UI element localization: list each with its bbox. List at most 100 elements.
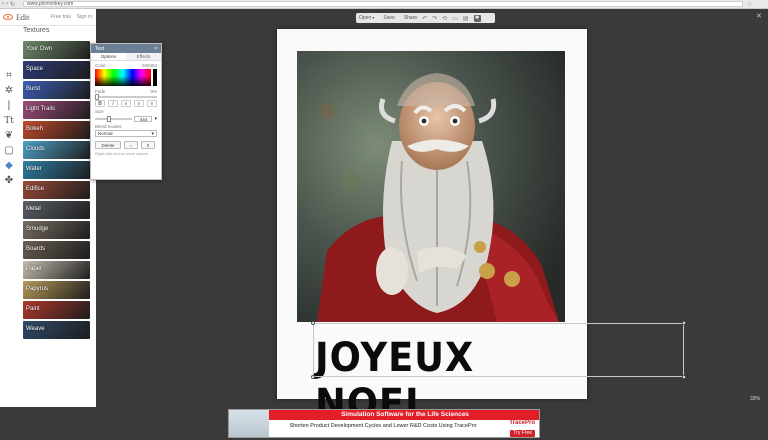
free-trial-link[interactable]: Free trial — [51, 14, 71, 20]
top-toolbar: Open Save Share ↶ ↷ ⟲ ▭ ▤ ✱ — [356, 13, 495, 23]
text-panel-header: Text × — [91, 44, 161, 53]
texture-item-label: Your Own — [26, 46, 53, 52]
texture-item[interactable]: Smudge — [23, 221, 90, 239]
address-bar[interactable]: www.picmonkey.com — [23, 1, 744, 7]
ad-headline[interactable]: Simulation Software for the Life Science… — [269, 410, 539, 420]
text-selection-box[interactable] — [311, 321, 686, 379]
fade-value: 0% — [150, 89, 157, 94]
align-left-button[interactable]: ≡ — [121, 100, 131, 107]
size-label: Size — [95, 109, 104, 114]
size-dropdown-icon[interactable]: ▾ — [154, 116, 157, 122]
history-icon[interactable]: ⟲ — [442, 15, 447, 22]
blend-mode-select[interactable]: Normal — [95, 130, 157, 137]
size-control: 444 ▾ — [91, 116, 161, 122]
brand-title: Edit — [16, 12, 30, 22]
texture-item-label: Water — [26, 166, 42, 172]
crop-icon[interactable]: ⌗ — [3, 70, 15, 82]
texture-item[interactable]: Paper — [23, 261, 90, 279]
editor-close-icon[interactable]: ✕ — [756, 12, 762, 20]
texture-item[interactable]: Clouds — [23, 141, 90, 159]
share-button[interactable]: Share — [404, 15, 417, 21]
resize-handle-tr[interactable] — [682, 321, 686, 325]
color-label: Color — [95, 63, 106, 68]
italic-button[interactable]: I — [108, 100, 118, 107]
color-picker[interactable] — [95, 69, 157, 86]
undo-icon[interactable]: ↶ — [422, 15, 427, 22]
browser-nav: ‹ › ↻ — [0, 1, 15, 8]
text-panel-tabs: Options Effects — [91, 53, 161, 61]
texture-item[interactable]: Paint — [23, 301, 90, 319]
frame-icon[interactable]: ▢ — [3, 145, 15, 157]
texture-item-label: Edifice — [26, 186, 45, 192]
texture-item[interactable]: Burst — [23, 81, 90, 99]
texture-item[interactable]: Space — [23, 61, 90, 79]
redo-icon[interactable]: ↷ — [432, 15, 437, 22]
fade-slider-handle[interactable] — [95, 94, 99, 100]
size-input[interactable]: 444 — [134, 116, 153, 122]
flip-horizontal-button[interactable]: ⇔ — [124, 141, 138, 149]
texture-item-label: Weave — [26, 326, 45, 332]
tab-options[interactable]: Options — [91, 53, 126, 60]
bookmark-star-icon[interactable]: ☆ — [747, 1, 752, 8]
size-slider[interactable] — [95, 116, 133, 122]
open-button[interactable]: Open — [359, 15, 374, 21]
sign-in-link[interactable]: Sign in — [77, 14, 92, 20]
ad-banner[interactable]: Simulation Software for the Life Science… — [228, 409, 540, 438]
zoom-level[interactable]: 33% — [750, 396, 760, 402]
texture-item-label: Light Trails — [26, 106, 56, 112]
fade-slider[interactable] — [95, 94, 157, 100]
texture-item[interactable]: Your Own — [23, 41, 90, 59]
browser-toolbar: ‹ › ↻ www.picmonkey.com ☆ — [0, 0, 768, 9]
forward-arrow-icon[interactable]: › — [6, 1, 8, 8]
flip-vertical-button[interactable]: ⇕ — [141, 141, 155, 149]
texture-item[interactable]: Weave — [23, 321, 90, 339]
texture-item[interactable]: Papyrus — [23, 281, 90, 299]
santa-illustration — [297, 51, 565, 322]
close-icon[interactable]: × — [154, 46, 157, 52]
texture-item-label: Metal — [26, 206, 41, 212]
resize-handle-tl[interactable] — [311, 321, 315, 325]
magic-wand-icon[interactable]: ✲ — [3, 85, 15, 97]
blend-label: Blend modes: — [95, 124, 123, 129]
resize-handle-bl[interactable] — [311, 375, 315, 379]
texture-item-label: Papyrus — [26, 286, 49, 292]
text-icon[interactable]: Tt — [3, 115, 15, 127]
compare-icon[interactable]: ▭ — [452, 15, 458, 22]
action-buttons: Delete ⇔ ⇕ — [91, 141, 161, 149]
color-shade-bar[interactable] — [153, 69, 157, 86]
textures-title: Textures — [23, 27, 50, 34]
ad-brand-logo[interactable]: TracePro — [509, 420, 535, 426]
back-arrow-icon[interactable]: ‹ — [2, 1, 4, 8]
color-spectrum[interactable] — [95, 69, 151, 86]
ad-image — [229, 410, 269, 437]
save-button[interactable]: Save — [383, 15, 394, 21]
texture-item-label: Paint — [26, 306, 40, 312]
ad-try-free-button[interactable]: Try Free — [510, 430, 535, 437]
gear-icon[interactable]: ✱ — [473, 14, 481, 22]
layers-icon[interactable]: ▤ — [463, 15, 469, 22]
texture-item[interactable]: Light Trails — [23, 101, 90, 119]
texture-list: Your Own Space Burst Light Trails Bokeh Cloud… — [23, 41, 90, 341]
ad-tagline[interactable]: Shorten Product Development Cycles and L… — [269, 422, 497, 430]
brush-icon[interactable]: ❘ — [3, 100, 15, 112]
texture-item[interactable]: Metal — [23, 201, 90, 219]
butterfly-icon[interactable]: ❦ — [3, 130, 15, 142]
color-hex-value[interactable]: 040404 — [142, 63, 157, 68]
tab-effects[interactable]: Effects — [126, 53, 161, 60]
texture-item[interactable]: Water — [23, 161, 90, 179]
texture-item[interactable]: Boards — [23, 241, 90, 259]
overlay-icon[interactable]: ✤ — [3, 175, 15, 187]
text-panel: Text × Options Effects Color 040404 Fade… — [90, 43, 162, 180]
picmonkey-logo-icon[interactable] — [3, 14, 13, 20]
texture-item[interactable]: Edifice — [23, 181, 90, 199]
size-slider-handle[interactable] — [107, 116, 111, 122]
texture-item-label: Smudge — [26, 226, 49, 232]
reload-icon[interactable]: ↻ — [10, 1, 15, 8]
bold-button[interactable]: B — [95, 100, 105, 107]
align-right-button[interactable]: ≡ — [147, 100, 157, 107]
delete-button[interactable]: Delete — [95, 141, 121, 149]
textures-icon[interactable]: ◆ — [3, 160, 15, 172]
resize-handle-br[interactable] — [682, 375, 686, 379]
align-center-button[interactable]: ≡ — [134, 100, 144, 107]
texture-item[interactable]: Bokeh — [23, 121, 90, 139]
